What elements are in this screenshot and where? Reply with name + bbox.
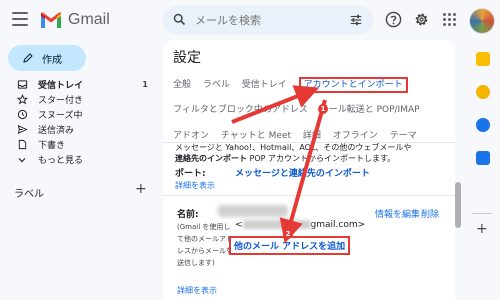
get-addons-button[interactable]: +	[476, 222, 488, 236]
send-as-label: 名前:	[177, 210, 199, 220]
tab-general[interactable]: 全般	[173, 80, 191, 90]
tab-chat-meet[interactable]: チャットと Meet	[221, 131, 291, 141]
keep-icon[interactable]	[476, 85, 490, 99]
search-icon[interactable]	[172, 12, 187, 27]
page-title: 設定	[173, 50, 201, 66]
send-as-detail-link[interactable]: 詳細を表示	[177, 285, 217, 296]
import-mail-contacts-link[interactable]: メッセージと連絡先のインポート	[235, 166, 370, 179]
unread-count: 1	[142, 80, 148, 89]
settings-gear-icon[interactable]	[413, 11, 430, 28]
sidebar-item-label: 送信済み	[38, 126, 75, 136]
calendar-icon[interactable]	[476, 52, 490, 66]
main-menu-icon[interactable]	[12, 12, 28, 26]
sidebar-item-inbox[interactable]: 受信トレイ 1	[0, 77, 160, 92]
draft-icon	[18, 139, 26, 150]
send-icon	[17, 125, 28, 134]
pencil-icon	[23, 53, 33, 63]
contacts-icon[interactable]	[476, 151, 490, 165]
edit-info-link[interactable]: 情報を編集	[375, 207, 420, 220]
apps-grid-icon[interactable]	[442, 12, 457, 27]
sidebar-item-label: スター付き	[38, 96, 84, 106]
email-suffix: gmail.com>	[310, 220, 366, 230]
search-input[interactable]	[195, 12, 335, 28]
search-bar[interactable]	[163, 6, 373, 34]
help-icon[interactable]	[385, 11, 402, 28]
step-badge-2: 2	[283, 229, 293, 239]
account-avatar[interactable]	[469, 8, 495, 34]
tasks-icon[interactable]	[476, 118, 490, 132]
chevron-down-icon	[18, 157, 26, 162]
clock-icon	[17, 109, 27, 120]
sidebar-item-snoozed[interactable]: スヌーズ中	[0, 107, 160, 122]
step-badge-1: 1	[318, 104, 328, 114]
search-options-icon[interactable]	[349, 13, 363, 27]
redacted-name	[218, 205, 288, 217]
sidebar-item-more[interactable]: もっと見る	[0, 152, 160, 167]
divider	[163, 195, 455, 196]
star-icon	[16, 94, 28, 105]
send-as-email: < gmail.com>	[235, 220, 365, 230]
sidebar-item-drafts[interactable]: 下書き	[0, 137, 160, 152]
inbox-icon	[17, 80, 27, 89]
tab-offline[interactable]: オフライン	[333, 131, 378, 141]
send-as-description: (Gmail を使用して他のメールアドレスからメールを送信します)	[177, 223, 233, 267]
settings-tabs-row3: アドオン チャットと Meet 詳細 オフライン テーマ	[173, 128, 426, 141]
compose-label: 作成	[42, 54, 62, 66]
tab-addons[interactable]: アドオン	[173, 131, 209, 141]
tab-themes[interactable]: テーマ	[390, 131, 417, 141]
import-description: メッセージと Yahoo!、Hotmail、AOL、その他のウェブメールや 連絡…	[175, 142, 445, 164]
import-text-line2: POP アカウントからインポートします。	[249, 154, 396, 163]
divider	[472, 213, 492, 214]
labels-heading: ラベル	[14, 189, 44, 200]
import-text-line1: メッセージと Yahoo!、Hotmail、AOL、その他のウェブメールや	[175, 143, 412, 152]
settings-tabs-row2: フィルタとブロック中のアドレス メール転送と POP/IMAP	[173, 102, 429, 115]
redacted-email	[242, 220, 311, 229]
tab-accounts-import[interactable]: アカウントとインポート	[298, 77, 408, 93]
top-bar: Gmail	[0, 0, 500, 40]
tab-filters[interactable]: フィルタとブロック中のアドレス	[173, 105, 308, 115]
sidebar-item-label: 受信トレイ	[38, 81, 84, 91]
compose-button[interactable]: 作成	[8, 45, 86, 71]
tab-labels[interactable]: ラベル	[203, 80, 230, 90]
tab-forwarding[interactable]: メール転送と POP/IMAP	[320, 105, 420, 115]
tab-inbox[interactable]: 受信トレイ	[242, 80, 287, 90]
gmail-m-icon	[41, 11, 61, 28]
add-label-button[interactable]: +	[135, 182, 147, 196]
app-name: Gmail	[68, 11, 110, 28]
scrollbar[interactable]	[455, 182, 461, 228]
import-detail-link[interactable]: 詳細を表示	[175, 180, 215, 191]
gmail-logo[interactable]: Gmail	[40, 9, 110, 31]
tab-advanced[interactable]: 詳細	[303, 131, 321, 141]
sidebar-item-starred[interactable]: スター付き	[0, 92, 160, 107]
side-panel: +	[464, 40, 500, 300]
settings-panel: 設定 全般 ラベル 受信トレイ アカウントとインポート フィルタとブロック中のア…	[163, 40, 455, 300]
sidebar-item-label: 下書き	[38, 141, 66, 151]
sidebar-item-sent[interactable]: 送信済み	[0, 122, 160, 137]
settings-tabs-row1: 全般 ラベル 受信トレイ アカウントとインポート	[173, 77, 417, 93]
import-heading: 連絡先のインポート	[175, 154, 247, 163]
sidebar-item-label: もっと見る	[38, 156, 84, 166]
delete-link[interactable]: 削除	[421, 207, 439, 220]
add-another-address-button[interactable]: 他のメール アドレスを追加	[229, 236, 351, 255]
email-prefix: <	[235, 220, 243, 230]
import-label: ポート:	[175, 169, 206, 179]
sidebar-item-label: スヌーズ中	[38, 111, 83, 121]
sidebar-nav: 受信トレイ 1 スター付き スヌーズ中 送信済み 下書き もっと見る	[0, 77, 160, 167]
